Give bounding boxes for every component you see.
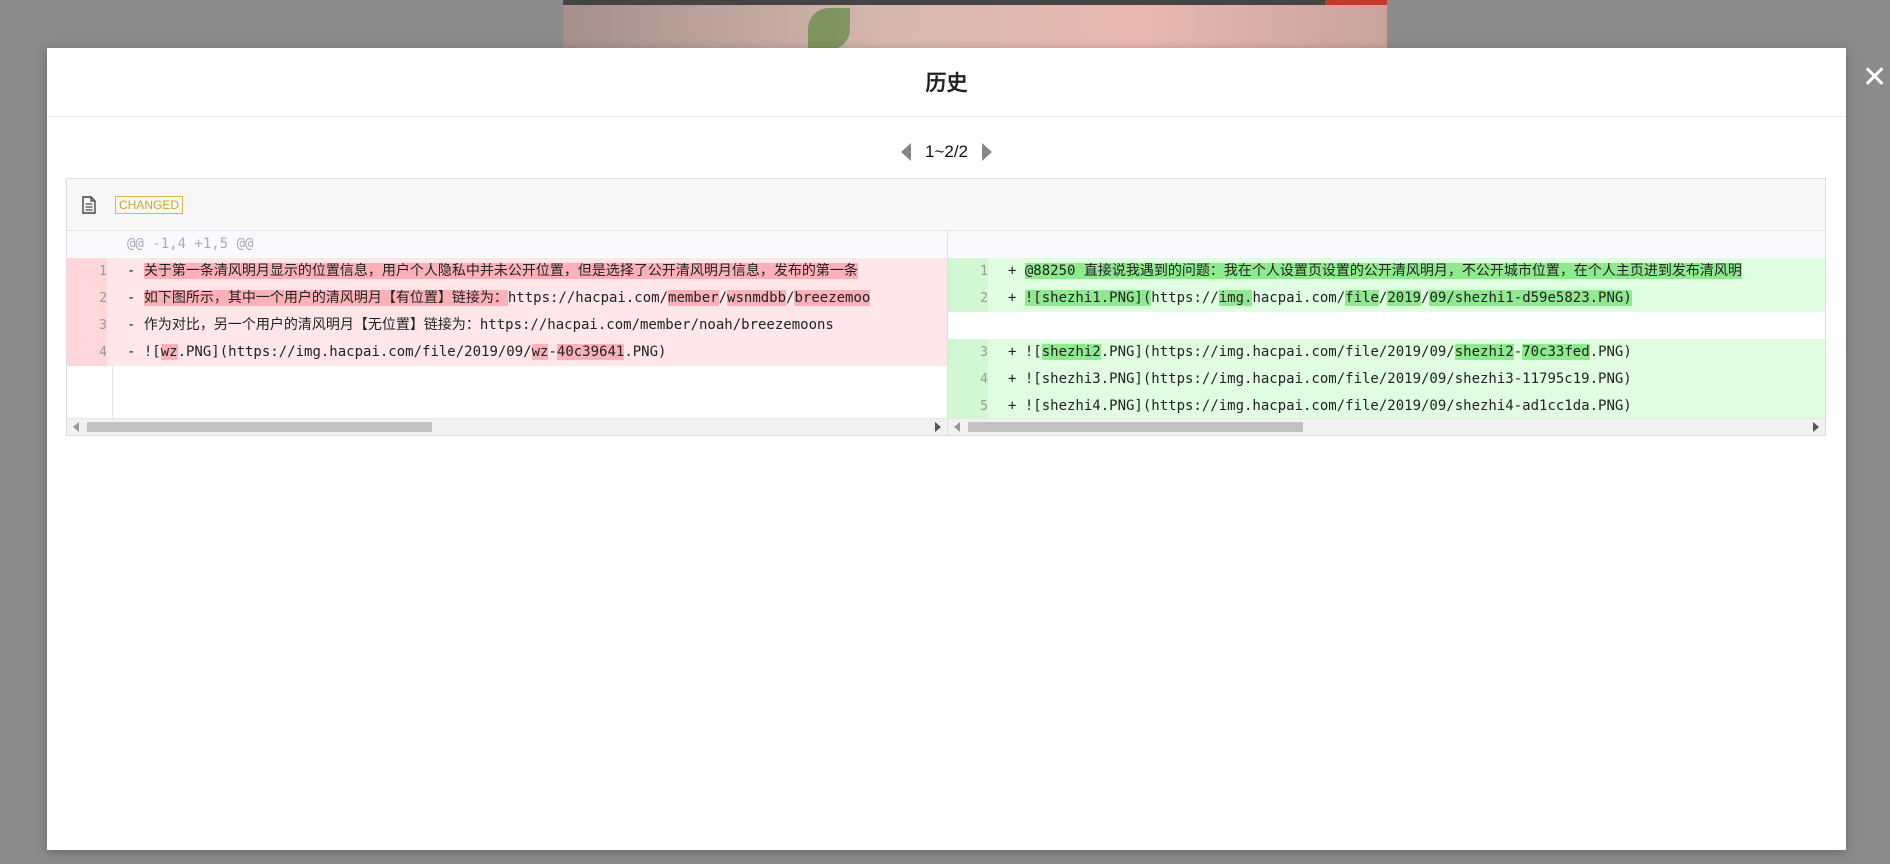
unchanged-text: + ![shezhi4.PNG](https://img.hacpai.com/… — [1008, 398, 1632, 414]
line-number: 3 — [948, 339, 988, 366]
hunk-header: @@ -1,4 +1,5 @@ — [127, 236, 254, 252]
status-badge: CHANGED — [115, 195, 184, 214]
line-code: - 关于第一条清风明月显示的位置信息，用户个人隐私中并未公开位置，但是选择了公开… — [127, 258, 858, 285]
changed-text: wsnmdbb — [727, 290, 787, 306]
diff-file-header: CHANGED — [67, 179, 1825, 231]
diff-line: 3 - 作为对比，另一个用户的清风明月【无位置】链接为：https://hacpa… — [67, 312, 947, 339]
unchanged-text: - — [1513, 344, 1523, 360]
changed-text: 70c33fed — [1522, 344, 1590, 360]
unchanged-text: https://hacpai.com/ — [507, 290, 669, 306]
unchanged-text: - — [127, 263, 144, 279]
changed-text: 09/shezhi1-d59e5823.PNG) — [1429, 290, 1632, 306]
revision-pager: 1~2/2 — [47, 140, 1846, 164]
caret-right-icon[interactable] — [978, 141, 996, 163]
changed-text: ![shezhi1.PNG]( — [1024, 290, 1152, 306]
diff-line: 2 - 如下图所示，其中一个用户的清风明月【有位置】链接为：https://hac… — [67, 285, 947, 312]
close-icon[interactable]: ✕ — [1862, 63, 1887, 93]
horizontal-scrollbar-old[interactable] — [67, 418, 947, 435]
line-code: + @88250 直接说我遇到的问题：我在个人设置页设置的公开清风明月，不公开城… — [1008, 258, 1742, 285]
diff-spacer-row — [948, 312, 1825, 339]
old-lines: @@ -1,4 +1,5 @@ 1 - 关于第一条清风明月显示的位置信息，用户个人… — [67, 231, 947, 419]
line-code: - 如下图所示，其中一个用户的清风明月【有位置】链接为：https://hacp… — [127, 285, 871, 312]
unchanged-text: + ![ — [1008, 344, 1042, 360]
changed-text: breezemoo — [794, 290, 871, 306]
line-number: 5 — [948, 393, 988, 420]
scroll-right-icon[interactable] — [935, 422, 941, 432]
background-leaf-decoration — [808, 8, 850, 50]
line-number: 1 — [948, 258, 988, 285]
changed-text: wz — [160, 344, 178, 360]
line-number: 2 — [948, 285, 988, 312]
unchanged-text: - — [127, 290, 144, 306]
line-number: 1 — [67, 258, 107, 285]
line-number: 4 — [948, 366, 988, 393]
unchanged-text: https:// — [1151, 290, 1219, 306]
unchanged-text: / — [718, 290, 728, 306]
diff-line: 4- ![wz.PNG](https://img.hacpai.com/file… — [67, 339, 947, 366]
diff-line: 3 + ![shezhi2.PNG](https://img.hacpai.com… — [948, 339, 1825, 366]
horizontal-scrollbar-new[interactable] — [948, 418, 1825, 435]
changed-text: wz — [531, 344, 549, 360]
diff-line: 5 + ![shezhi4.PNG](https://img.hacpai.com… — [948, 393, 1825, 420]
line-number: 2 — [67, 285, 107, 312]
background-toolbar-strip — [563, 0, 1387, 5]
scrollbar-thumb[interactable] — [968, 422, 1303, 432]
changed-text: 40c39641 — [556, 344, 625, 360]
unchanged-text: + — [1008, 290, 1025, 306]
unchanged-text: + — [1008, 263, 1025, 279]
new-lines: 1 + @88250 直接说我遇到的问题：我在个人设置页设置的公开清风明月，不公开… — [948, 231, 1825, 420]
line-number: 3 — [67, 312, 107, 339]
changed-text: file — [1345, 290, 1379, 306]
hunk-header-row: @@ -1,4 +1,5 @@ — [67, 231, 947, 257]
changed-text: @88250 直接说我遇到的问题：我在个人设置页设置的公开清风明月，不公开城市位… — [1024, 263, 1742, 279]
diff-panes: @@ -1,4 +1,5 @@ 1 - 关于第一条清风明月显示的位置信息，用户个人… — [67, 231, 1825, 435]
file-text-icon — [81, 195, 97, 214]
line-code: + ![shezhi2.PNG](https://img.hacpai.com/… — [1008, 339, 1632, 366]
dialog-header: 历史 — [47, 48, 1846, 117]
line-code: + ![shezhi3.PNG](https://img.hacpai.com/… — [1008, 366, 1632, 393]
unchanged-text: - — [548, 344, 557, 360]
diff-pane-old[interactable]: @@ -1,4 +1,5 @@ 1 - 关于第一条清风明月显示的位置信息，用户个人… — [67, 231, 948, 435]
line-code: + ![shezhi4.PNG](https://img.hacpai.com/… — [1008, 393, 1632, 420]
changed-text: 关于第一条清风明月显示的位置信息，用户个人隐私中并未公开位置，但是选择了公开清风… — [143, 263, 858, 279]
changed-text: member — [668, 290, 719, 306]
background-accent-strip — [1325, 0, 1387, 5]
diff-line: 2 + ![shezhi1.PNG](https://img.hacpai.com… — [948, 285, 1825, 312]
changed-text: 2019 — [1387, 290, 1422, 306]
changed-text: shezhi2 — [1041, 344, 1101, 360]
unchanged-text: hacpai.com/ — [1252, 290, 1346, 306]
diff-line: 1 + @88250 直接说我遇到的问题：我在个人设置页设置的公开清风明月，不公开… — [948, 258, 1825, 285]
line-code: - ![wz.PNG](https://img.hacpai.com/file/… — [127, 339, 666, 366]
diff-view: CHANGED @@ -1,4 +1,5 @@ 1 - 关于第一条清风明月显示的位… — [66, 178, 1826, 436]
unchanged-text: .PNG) — [624, 344, 667, 360]
changed-text: 如下图所示，其中一个用户的清风明月【有位置】链接为： — [143, 290, 508, 306]
diff-line: 4 + ![shezhi3.PNG](https://img.hacpai.com… — [948, 366, 1825, 393]
unchanged-text: - 作为对比，另一个用户的清风明月【无位置】链接为：https://hacpai… — [127, 317, 834, 333]
unchanged-text: .PNG](https://img.hacpai.com/file/2019/0… — [177, 344, 532, 360]
diff-pane-new[interactable]: 1 + @88250 直接说我遇到的问题：我在个人设置页设置的公开清风明月，不公开… — [948, 231, 1825, 435]
page-indicator: 1~2/2 — [924, 142, 968, 161]
dialog-title: 历史 — [925, 71, 968, 95]
line-number: 4 — [67, 339, 107, 366]
unchanged-text: + ![shezhi3.PNG](https://img.hacpai.com/… — [1008, 371, 1632, 387]
scrollbar-thumb[interactable] — [87, 422, 432, 432]
line-code: - 作为对比，另一个用户的清风明月【无位置】链接为：https://hacpai… — [127, 312, 834, 339]
history-dialog: 历史 1~2/2 CHANGED @@ -1,4 +1,5 @@ 1 - 关于第… — [47, 48, 1846, 850]
unchanged-text: .PNG) — [1589, 344, 1632, 360]
unchanged-text: - ![ — [127, 344, 161, 360]
unchanged-text: .PNG](https://img.hacpai.com/file/2019/0… — [1100, 344, 1455, 360]
caret-left-icon[interactable] — [897, 141, 915, 163]
diff-line: 1 - 关于第一条清风明月显示的位置信息，用户个人隐私中并未公开位置，但是选择了公… — [67, 258, 947, 285]
hunk-header-row — [948, 231, 1825, 257]
changed-text: img. — [1218, 290, 1253, 306]
scroll-left-icon[interactable] — [73, 422, 79, 432]
changed-text: shezhi2 — [1454, 344, 1514, 360]
scroll-right-icon[interactable] — [1813, 422, 1819, 432]
line-code: + ![shezhi1.PNG](https://img.hacpai.com/… — [1008, 285, 1632, 312]
scroll-left-icon[interactable] — [954, 422, 960, 432]
